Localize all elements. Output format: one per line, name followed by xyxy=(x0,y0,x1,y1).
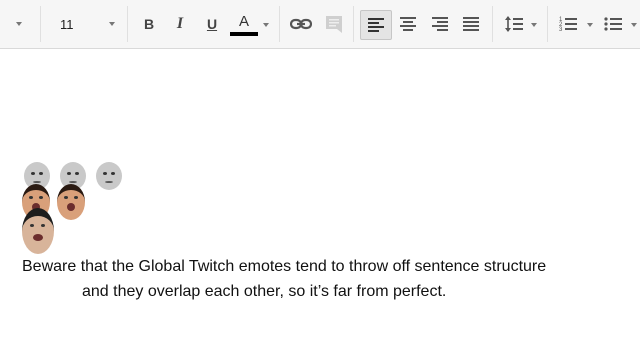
text-color-button[interactable]: A xyxy=(229,10,259,40)
align-center-icon xyxy=(400,17,416,31)
font-dropdown-caret-icon[interactable] xyxy=(16,22,22,26)
bulleted-list-caret-icon[interactable] xyxy=(631,23,637,27)
align-right-icon xyxy=(432,17,448,31)
numbered-list-icon: 1 2 3 xyxy=(559,17,577,32)
bulleted-list-button[interactable] xyxy=(600,10,626,38)
svg-text:3: 3 xyxy=(559,27,563,32)
toolbar-separator xyxy=(279,6,280,42)
bulleted-list-icon xyxy=(604,17,622,31)
bold-label: B xyxy=(143,16,155,32)
link-icon xyxy=(290,18,312,30)
italic-label: I xyxy=(176,15,184,32)
toolbar-separator xyxy=(127,6,128,42)
document-text-line[interactable]: Beware that the Global Twitch emotes ten… xyxy=(22,258,546,276)
align-justify-icon xyxy=(463,17,479,31)
underline-label: U xyxy=(206,16,218,32)
align-justify-button[interactable] xyxy=(457,10,485,38)
pogchamp-emote-icon xyxy=(57,184,85,220)
numbered-list-button[interactable]: 1 2 3 xyxy=(555,10,581,38)
document-page[interactable]: Beware that the Global Twitch emotes ten… xyxy=(0,58,640,360)
toolbar-separator xyxy=(40,6,41,42)
font-size-value: 11 xyxy=(60,16,74,32)
biblethump-emote-icon xyxy=(22,208,54,254)
font-size-caret-icon[interactable] xyxy=(109,22,115,26)
insert-comment-button[interactable] xyxy=(321,12,347,36)
bold-button[interactable]: B xyxy=(138,12,160,36)
formatting-toolbar: 11 B I U A 1 2 3 xyxy=(0,0,640,49)
toolbar-separator xyxy=(547,6,548,42)
line-spacing-button[interactable] xyxy=(500,10,528,38)
line-spacing-icon xyxy=(505,16,523,32)
align-right-button[interactable] xyxy=(426,10,454,38)
align-left-button[interactable] xyxy=(360,10,392,40)
align-center-button[interactable] xyxy=(394,10,422,38)
underline-button[interactable]: U xyxy=(201,12,223,36)
line-spacing-caret-icon[interactable] xyxy=(531,23,537,27)
toolbar-separator xyxy=(492,6,493,42)
font-size-select[interactable]: 11 xyxy=(44,14,114,34)
text-color-label: A xyxy=(238,13,249,30)
kappa-emote-icon xyxy=(96,162,122,190)
align-left-icon xyxy=(368,18,384,32)
text-color-swatch xyxy=(230,32,258,36)
comment-icon xyxy=(326,16,342,33)
numbered-list-caret-icon[interactable] xyxy=(587,23,593,27)
toolbar-separator xyxy=(353,6,354,42)
italic-button[interactable]: I xyxy=(169,12,191,36)
text-color-caret-icon[interactable] xyxy=(263,23,269,27)
document-text-line[interactable]: and they overlap each other, so it’s far… xyxy=(82,283,446,301)
insert-link-button[interactable] xyxy=(287,12,315,36)
